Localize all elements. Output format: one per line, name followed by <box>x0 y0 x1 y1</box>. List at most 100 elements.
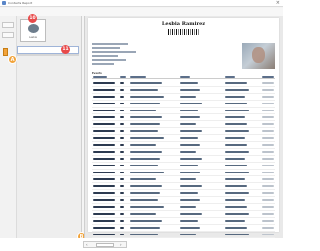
table-cell <box>225 212 249 215</box>
table-row <box>92 190 275 198</box>
table-header-cell <box>262 76 274 78</box>
side-nav-item[interactable] <box>2 32 14 38</box>
table-cell <box>93 102 115 105</box>
table-cell <box>130 219 162 222</box>
table-cell <box>93 164 115 167</box>
table-cell <box>225 144 247 146</box>
info-line <box>92 51 136 53</box>
table-cell <box>180 144 200 146</box>
next-page-icon[interactable]: › <box>120 242 122 248</box>
prev-page-icon[interactable]: ‹ <box>86 242 88 248</box>
table-row <box>92 80 275 87</box>
table-cell <box>225 219 245 222</box>
table-cell <box>262 199 274 201</box>
side-nav-item[interactable] <box>2 22 14 28</box>
table-cell <box>93 226 115 229</box>
table-cell <box>93 116 115 119</box>
table-cell <box>120 192 124 195</box>
table-cell <box>262 144 274 146</box>
table-cell <box>130 206 164 208</box>
table-header-cell <box>130 76 146 78</box>
table-cell <box>262 192 274 195</box>
table-cell <box>262 178 274 181</box>
table-cell <box>130 157 160 160</box>
table-cell <box>130 102 160 105</box>
table-row <box>92 156 275 163</box>
table-cell <box>130 130 158 133</box>
thumbnail-label: Lesbia <box>29 36 37 39</box>
info-line <box>92 55 118 57</box>
table-row <box>92 183 275 191</box>
table-cell <box>262 206 274 208</box>
table-cell <box>120 171 124 174</box>
table-cell <box>225 226 247 229</box>
table-cell <box>225 192 249 195</box>
table-cell <box>180 192 198 195</box>
table-cell <box>225 233 249 236</box>
table-cell <box>120 137 124 139</box>
table-cell <box>225 102 247 105</box>
table-cell <box>93 137 115 139</box>
table-cell <box>262 102 274 105</box>
table-cell <box>262 185 274 188</box>
table-cell <box>180 199 200 201</box>
table-header <box>92 76 275 79</box>
table-cell <box>120 123 124 126</box>
close-icon[interactable]: × <box>276 0 280 6</box>
table-cell <box>130 199 158 201</box>
table-cell <box>225 88 249 91</box>
table-cell <box>120 109 124 112</box>
table-cell <box>180 130 202 133</box>
table-cell <box>93 82 115 84</box>
table-row <box>92 225 275 232</box>
table-cell <box>262 212 274 215</box>
table-row <box>92 108 275 115</box>
horizontal-scrollbar[interactable] <box>17 54 79 56</box>
contact-info-block <box>92 42 222 68</box>
table-row <box>92 114 275 122</box>
table-cell <box>120 178 124 181</box>
table-cell <box>93 130 115 133</box>
table-cell <box>262 226 274 229</box>
table-cell <box>130 150 162 153</box>
table-cell <box>130 185 162 188</box>
page-number-input[interactable] <box>96 243 114 247</box>
table-cell <box>180 95 196 98</box>
table-cell <box>93 219 115 222</box>
page-navigator: ‹ › <box>83 241 127 248</box>
table-cell <box>130 144 156 146</box>
table-cell <box>120 219 124 222</box>
table-cell <box>180 219 198 222</box>
table-cell <box>225 171 249 174</box>
table-row <box>92 197 275 205</box>
table-cell <box>180 171 200 174</box>
toolbar <box>0 8 283 16</box>
step-badge-10: 10 <box>28 14 37 23</box>
table-cell <box>120 212 124 215</box>
table-cell <box>180 164 198 167</box>
table-header-cell <box>120 76 126 78</box>
table-cell <box>130 233 158 236</box>
table-cell <box>180 206 196 208</box>
table-row <box>92 176 275 184</box>
table-cell <box>262 233 274 236</box>
table-cell <box>225 199 245 201</box>
table-cell <box>93 157 115 160</box>
table-cell <box>225 206 247 208</box>
table-header-cell <box>180 76 190 78</box>
page-footer <box>0 238 283 251</box>
table-cell <box>93 206 115 208</box>
table-title: Events <box>92 72 102 75</box>
table-cell <box>262 164 274 167</box>
table-cell <box>180 178 196 181</box>
table-cell <box>93 123 115 126</box>
table-cell <box>93 233 115 236</box>
table-cell <box>120 185 124 188</box>
table-cell <box>120 116 124 119</box>
table-header-cell <box>93 76 107 78</box>
table-row <box>92 211 275 218</box>
table-cell <box>93 144 115 146</box>
table-cell <box>225 123 247 126</box>
table-row <box>92 163 275 170</box>
table-cell <box>180 109 198 112</box>
